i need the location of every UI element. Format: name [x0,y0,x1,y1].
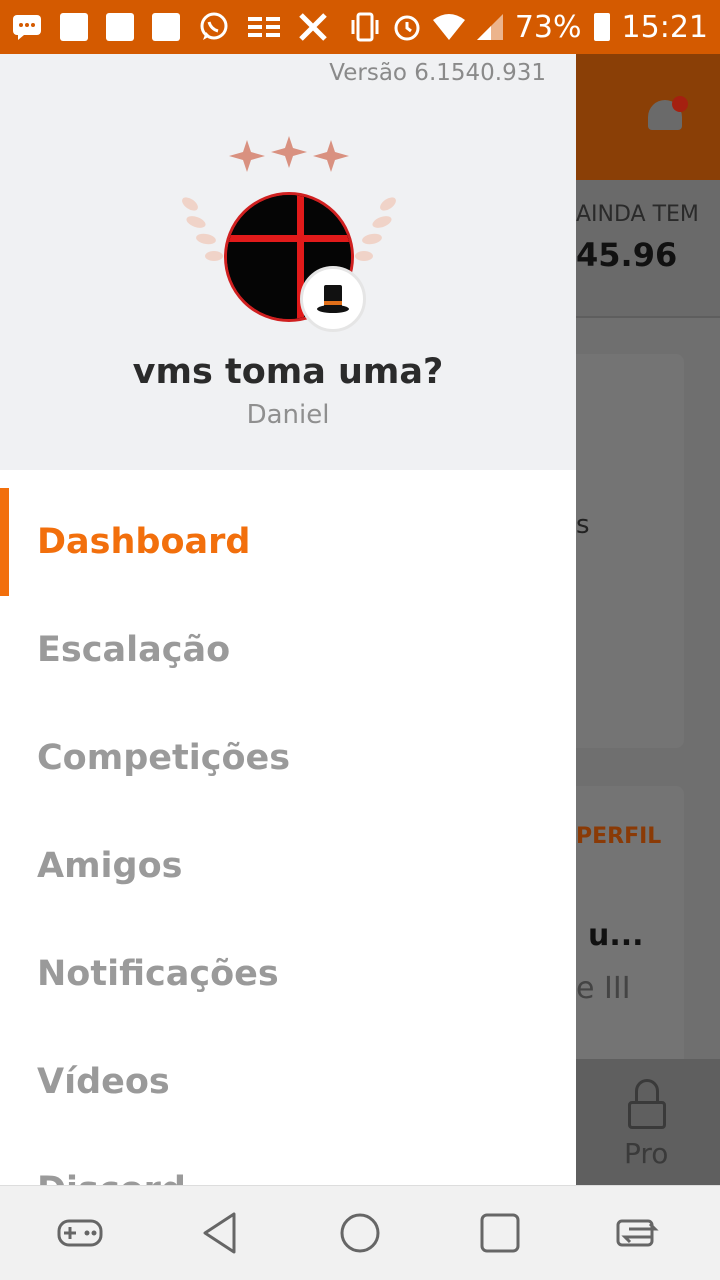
status-bar: 73% 15:21 [0,0,720,54]
app-header [576,54,720,180]
dashboard-card-text: s [576,510,590,540]
recents-button[interactable] [470,1203,530,1263]
menu-item-dashboard[interactable]: Dashboard [0,488,576,596]
gamepad-icon [57,1219,103,1247]
tab-pro-label: Pro [624,1137,669,1170]
app-notification-icon [152,13,180,41]
system-nav-bar [0,1185,720,1280]
message-icon [13,15,41,40]
app-grid-icon [248,17,280,37]
signal-icon [476,14,503,40]
dashboard-card: s [576,354,684,748]
menu-item-escalacao[interactable]: Escalação [0,596,576,704]
top-hat-icon [300,266,366,332]
profile-card-subtitle: e III [576,971,631,1006]
vibrate-icon [351,12,379,42]
notification-bell-icon[interactable] [648,96,688,140]
switch-app-icon [616,1219,659,1247]
menu-item-notificacoes[interactable]: Notificações [0,920,576,1028]
rank-stars-icon [229,136,349,172]
budget-card: AINDA TEM 45.96 [576,180,720,318]
home-button[interactable] [330,1203,390,1263]
profile-card-title: u... [588,918,644,953]
team-badge[interactable] [176,184,402,334]
profile-card: PERFIL u... e III [576,786,684,1076]
app-version: Versão 6.1540.931 [329,60,546,86]
notification-dot [672,96,688,112]
whatsapp-icon [200,12,228,40]
battery-level: 73% [514,9,582,45]
background-app[interactable]: AINDA TEM 45.96 s PERFIL u... e III Pro [576,54,720,1185]
drawer-header: Versão 6.1540.931 vms toma uma? Daniel [0,54,576,470]
alarm-icon [394,15,420,41]
game-controller-button[interactable] [50,1203,110,1263]
menu-item-videos[interactable]: Vídeos [0,1028,576,1136]
profile-card-label: PERFIL [576,824,662,849]
x-app-icon [299,13,327,41]
team-name: vms toma uma? [132,352,444,392]
navigation-drawer: Versão 6.1540.931 vms toma uma? Daniel D… [0,54,576,1185]
menu-item-discord[interactable]: Discord [0,1136,576,1185]
budget-value: 45.96 [576,236,678,274]
app-notification-icon [106,13,134,41]
menu-item-competicoes[interactable]: Competições [0,704,576,812]
menu-item-amigos[interactable]: Amigos [0,812,576,920]
notification-icons [12,11,328,43]
wifi-icon [432,14,465,40]
recents-icon [480,1213,520,1253]
back-button[interactable] [190,1203,250,1263]
battery-icon [593,13,610,41]
system-indicators: 73% 15:21 [349,10,708,45]
budget-label: AINDA TEM [576,202,699,227]
clock: 15:21 [621,9,708,45]
drawer-menu: Dashboard Escalação Competições Amigos N… [0,488,576,1185]
switch-app-button[interactable] [610,1203,670,1263]
back-icon [203,1212,236,1254]
home-icon [340,1213,380,1253]
lock-icon [628,1079,666,1133]
tab-pro[interactable]: Pro [576,1059,720,1185]
app-notification-icon [60,13,88,41]
owner-name: Daniel [246,400,330,430]
